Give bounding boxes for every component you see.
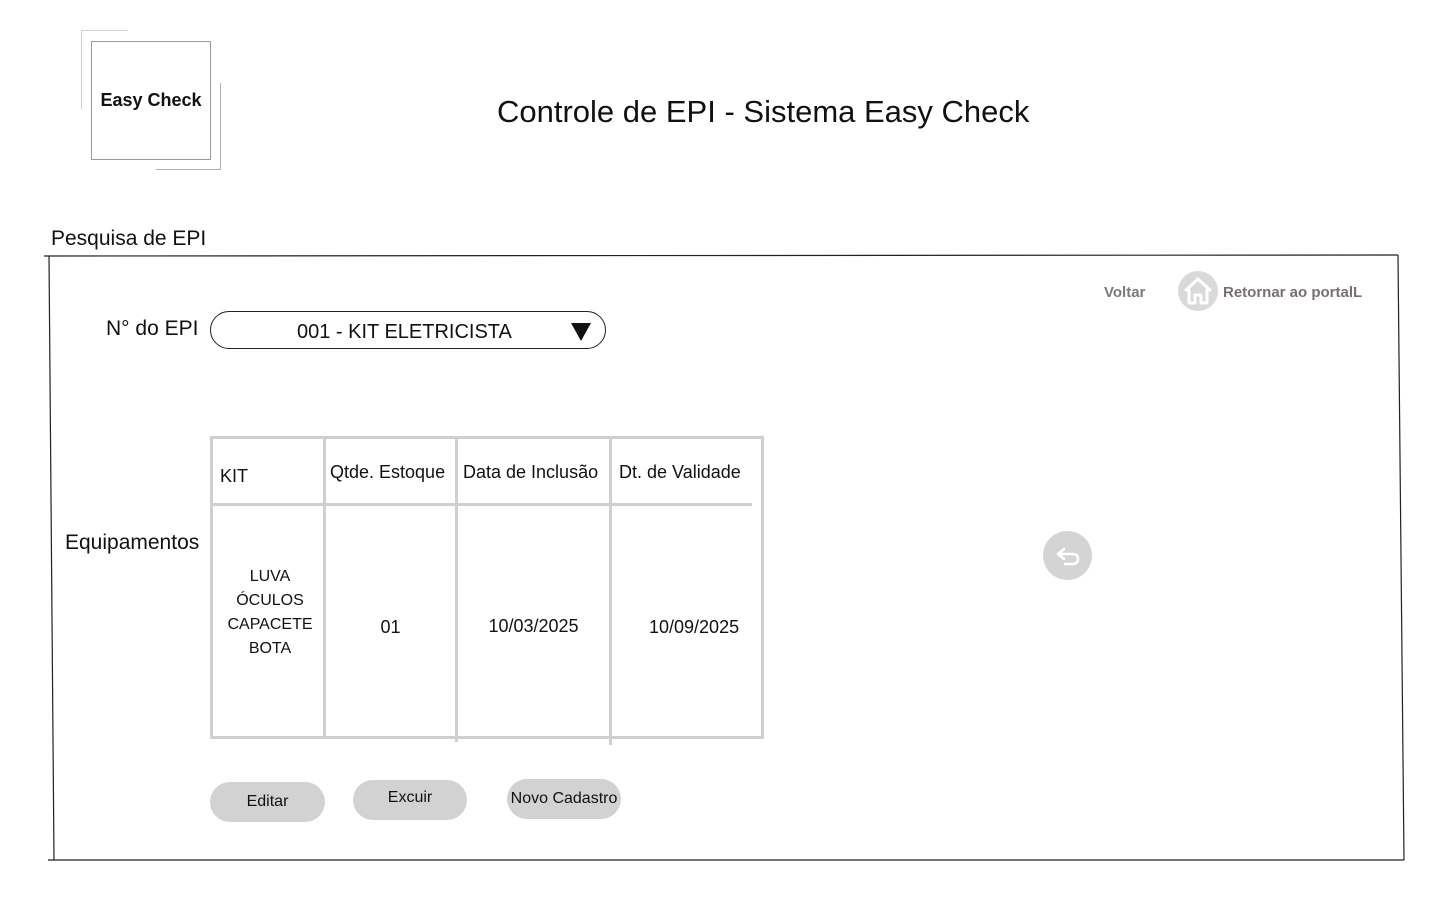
home-icon[interactable]: [1178, 271, 1218, 311]
table-header-kit: KIT: [220, 466, 249, 486]
edit-button[interactable]: Editar: [210, 782, 325, 822]
undo-icon-glyph: [1056, 547, 1079, 565]
equipment-label: Equipamentos: [65, 531, 200, 554]
table-header-divider: [213, 503, 752, 506]
table-divider: [609, 439, 612, 745]
page-title: Controle de EPI - Sistema Easy Check: [497, 94, 1030, 129]
table-header-dt-validade: Dt. de Validade: [619, 462, 741, 482]
section-title: Pesquisa de EPI: [51, 227, 207, 250]
undo-icon[interactable]: [1043, 531, 1092, 580]
epi-select-value: 001 - KIT ELETRICISTA: [297, 321, 512, 343]
table-cell-qtde: 01: [380, 617, 401, 637]
logo: Easy Check: [91, 41, 211, 160]
table-divider: [323, 439, 326, 739]
delete-button[interactable]: Excuir: [353, 780, 467, 820]
chevron-down-icon: [571, 323, 591, 341]
logo-text: Easy Check: [100, 90, 202, 110]
return-portal-link[interactable]: Retornar ao portalL: [1223, 284, 1362, 301]
table-header-data-inclusao: Data de Inclusão: [463, 462, 599, 482]
kit-item: BOTA: [248, 640, 292, 657]
page: Easy Check Controle de EPI - Sistema Eas…: [0, 0, 1440, 900]
table-header-qtde: Qtde. Estoque: [330, 462, 446, 482]
kit-item: CAPACETE: [227, 616, 313, 633]
back-link[interactable]: Voltar: [1104, 284, 1145, 301]
epi-number-label: N° do EPI: [106, 317, 199, 340]
home-icon-glyph: [1183, 277, 1213, 305]
kit-item: LUVA: [249, 568, 291, 585]
table-cell-dt-validade: 10/09/2025: [649, 617, 740, 637]
equipment-table: KIT Qtde. Estoque Data de Inclusão Dt. d…: [210, 436, 764, 745]
table-cell-kit: LUVA ÓCULOS CAPACETE BOTA: [217, 565, 323, 661]
epi-select[interactable]: 001 - KIT ELETRICISTA: [210, 311, 606, 349]
kit-item: ÓCULOS: [236, 592, 304, 609]
table-cell-data-inclusao: 10/03/2025: [488, 616, 579, 636]
table-divider: [455, 439, 458, 742]
new-record-button[interactable]: Novo Cadastro: [507, 779, 621, 819]
